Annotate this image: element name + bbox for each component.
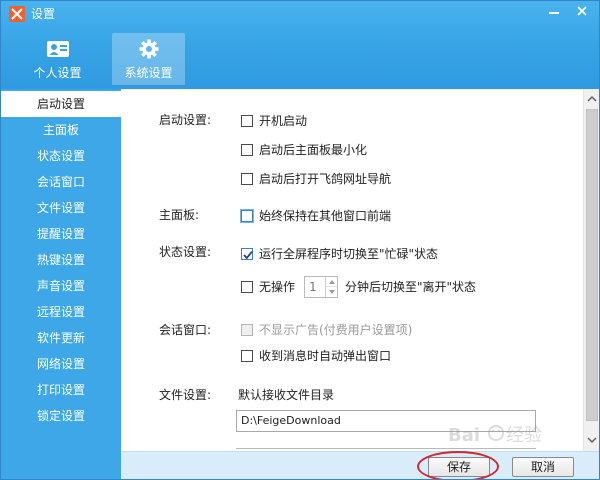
sidebar-item-sound[interactable]: 声音设置 [1,273,121,299]
cancel-button[interactable]: 取消 [512,457,574,477]
checkbox-minimize-on-start[interactable] [241,144,253,156]
scroll-thumb[interactable] [586,109,598,421]
option-label: 始终保持在其他窗口前端 [259,209,392,223]
settings-window: 设置 个人设置 系统设置 启动设置 主面板 状态设置 会话窗口 文件设置 提醒设… [0,0,600,480]
option-label: 收到消息时自动弹出窗口 [259,349,392,363]
tab-label: 系统设置 [124,66,173,80]
minimize-button[interactable] [543,3,565,19]
window-title: 设置 [31,7,56,21]
idle-minutes-value: 1 [309,280,317,294]
stepper-up-button[interactable] [325,277,337,287]
option-label: 运行全屏程序时切换至"忙碌"状态 [259,247,439,261]
sidebar-item-main-panel[interactable]: 主面板 [1,117,121,143]
sidebar-item-network[interactable]: 网络设置 [1,351,121,377]
option-label: 不显示广告(付费用户设置项) [259,323,413,337]
section-label-status: 状态设置: [159,245,212,259]
sidebar-item-remote[interactable]: 远程设置 [1,299,121,325]
stepper-down-button[interactable] [325,287,337,297]
svg-text:Bai: Bai [448,425,480,446]
section-label-file: 文件设置: [159,388,212,402]
minimize-icon [549,12,559,14]
checkbox-idle-away[interactable] [241,281,253,293]
tab-system-settings[interactable]: 系统设置 [112,33,185,85]
tab-personal-settings[interactable]: 个人设置 [21,33,94,85]
checkbox-always-on-top[interactable] [241,210,253,222]
sidebar-item-startup[interactable]: 启动设置 [1,91,121,117]
section-label-main-panel: 主面板: [159,208,200,222]
sidebar-item-hotkey[interactable]: 热键设置 [1,247,121,273]
checkbox-open-nav-on-start[interactable] [241,173,253,185]
sidebar-item-status[interactable]: 状态设置 [1,143,121,169]
caret-down-icon [329,290,335,294]
option-label: 开机启动 [259,114,308,128]
profile-card-icon [47,41,69,57]
scroll-up-button[interactable] [584,91,599,107]
checkbox-auto-popup[interactable] [241,350,253,362]
highlight-circle [417,451,499,479]
caret-up-icon [329,280,335,284]
feige-app-icon [9,6,25,22]
footer-bar: 保存 取消 [121,451,599,479]
download-dir-label: 默认接收文件目录 [238,388,335,402]
section-label-startup: 启动设置: [159,113,212,127]
sidebar-item-reminder[interactable]: 提醒设置 [1,221,121,247]
checkbox-hide-ads [241,324,253,336]
content-scrollbar[interactable] [583,89,599,451]
section-label-chat-window: 会话窗口: [159,323,212,337]
svg-text:经验: 经验 [506,425,542,446]
gear-icon [139,39,159,59]
arrow-up-icon [587,95,597,102]
checkbox-auto-start[interactable] [241,115,253,127]
arrow-down-icon [587,437,597,444]
sidebar-item-print[interactable]: 打印设置 [1,377,121,403]
close-icon [577,6,587,16]
tab-label: 个人设置 [33,66,82,80]
option-label: 无操作 [259,280,296,294]
baidu-jingyan-watermark: Bai 经验 [448,425,542,446]
option-label: 启动后主面板最小化 [259,143,368,157]
sidebar-item-chat-window[interactable]: 会话窗口 [1,169,121,195]
close-button[interactable] [571,3,593,19]
settings-content: 启动设置: 开机启动 启动后主面板最小化 启动后打开飞鸽网址导航 主面板: 始终… [121,89,583,451]
header-bar: 设置 个人设置 系统设置 [1,1,599,89]
option-label: 分钟后切换至"离开"状态 [345,280,477,294]
checkbox-busy-fullscreen[interactable] [241,248,253,260]
idle-minutes-stepper[interactable]: 1 [304,276,338,298]
settings-sidebar: 启动设置 主面板 状态设置 会话窗口 文件设置 提醒设置 热键设置 声音设置 远… [1,89,121,479]
sidebar-item-update[interactable]: 软件更新 [1,325,121,351]
checkmark-icon [243,250,253,260]
scroll-down-button[interactable] [584,432,599,448]
option-label: 启动后打开飞鸽网址导航 [259,172,392,186]
sidebar-item-file[interactable]: 文件设置 [1,195,121,221]
sidebar-item-lock[interactable]: 锁定设置 [1,403,121,429]
